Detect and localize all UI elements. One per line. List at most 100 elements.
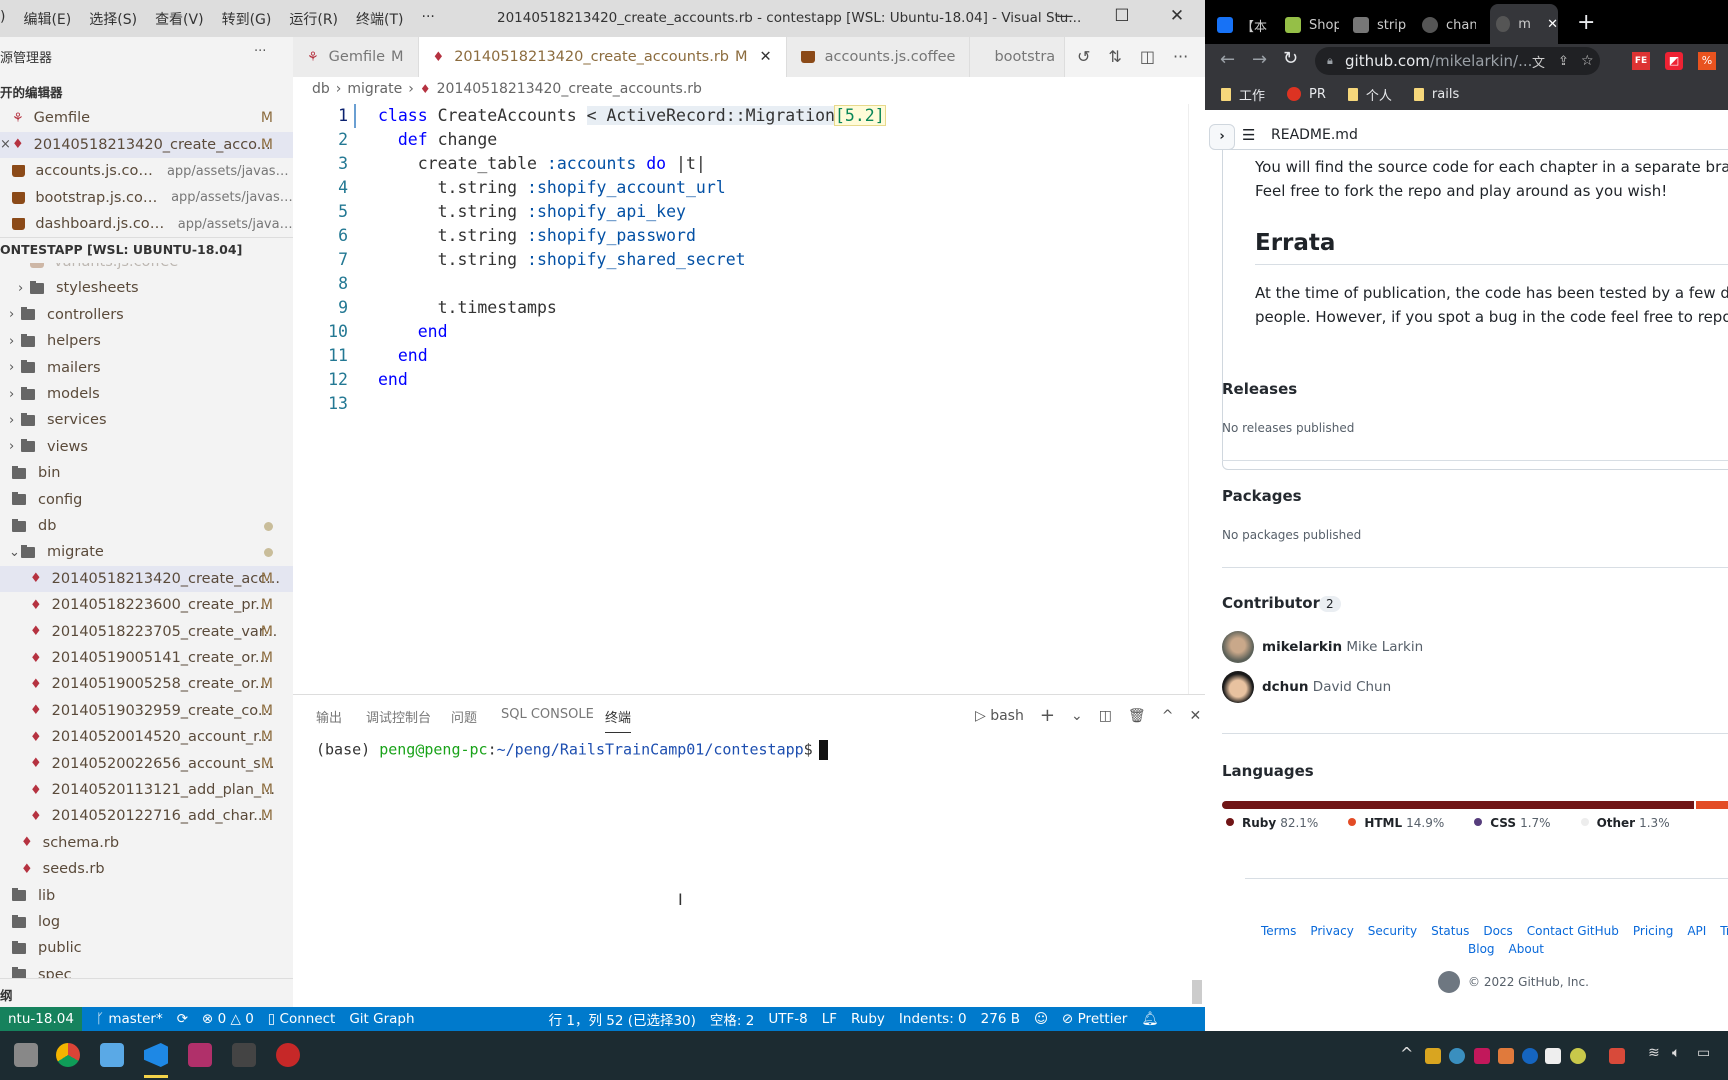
back-button[interactable]: ← bbox=[1220, 49, 1235, 70]
close-tab-icon[interactable]: ✕ bbox=[760, 49, 772, 65]
footer-link[interactable]: Terms bbox=[1261, 924, 1296, 938]
outline-header[interactable]: 纲 bbox=[0, 978, 293, 1007]
workspace-header[interactable]: ONTESTAPP [WSL: UBUNTU-18.04] bbox=[0, 237, 293, 263]
tray-icon[interactable] bbox=[1449, 1048, 1465, 1064]
tree-folder[interactable]: › stylesheets bbox=[0, 275, 293, 301]
code-editor[interactable]: 1 class CreateAccounts < ActiveRecord::Mi… bbox=[293, 104, 1188, 694]
browser-tab[interactable]: strip bbox=[1353, 10, 1417, 40]
releases-title[interactable]: Releases bbox=[1222, 380, 1297, 398]
copilot-icon[interactable]: ☺ bbox=[1034, 1011, 1048, 1027]
tree-file[interactable]: ♦ 20140520122716_add_char... M bbox=[0, 803, 293, 829]
sync-icon[interactable]: ⟳ bbox=[177, 1011, 188, 1027]
timeline-icon[interactable]: ↺ bbox=[1077, 47, 1090, 66]
browser-tab[interactable]: m ✕ bbox=[1490, 4, 1558, 44]
trash-icon[interactable]: 🗑 bbox=[1128, 708, 1146, 724]
chevron-right-icon[interactable]: › bbox=[9, 360, 21, 375]
browser-tab[interactable]: 【本 bbox=[1217, 10, 1281, 40]
extension-icon[interactable]: ◩ bbox=[1665, 52, 1683, 70]
language-item[interactable]: HTML 14.9% bbox=[1344, 816, 1444, 830]
footer-link[interactable]: Trainin bbox=[1720, 924, 1728, 938]
open-editor-item[interactable]: ⚘ Gemfile M bbox=[0, 105, 293, 131]
footer-link[interactable]: Docs bbox=[1483, 924, 1512, 938]
language-mode[interactable]: Ruby bbox=[851, 1011, 885, 1027]
git-graph-button[interactable]: Git Graph bbox=[349, 1011, 414, 1027]
menu-item[interactable]: 查看(V) bbox=[155, 9, 204, 29]
connect-button[interactable]: ▯ Connect bbox=[268, 1011, 336, 1027]
browser-tab[interactable]: Shop bbox=[1285, 10, 1349, 40]
cursor-position[interactable]: 行 1，列 52 (已选择30) bbox=[549, 1009, 696, 1029]
open-editor-item[interactable]: bootstrap.js.coffee app/assets/javasc... bbox=[0, 185, 293, 211]
chevron-right-icon[interactable]: › bbox=[9, 334, 21, 349]
tree-folder[interactable]: config bbox=[0, 487, 293, 513]
open-editor-item[interactable]: × ♦ 20140518213420_create_acco... M bbox=[0, 131, 293, 158]
chevron-down-icon[interactable]: ⌄ bbox=[9, 545, 21, 560]
chevron-right-icon[interactable]: › bbox=[18, 281, 30, 296]
split-terminal-button[interactable]: ◫ bbox=[1099, 708, 1112, 724]
branch-indicator[interactable]: ᚴ master* bbox=[96, 1011, 163, 1027]
problems-indicator[interactable]: ⊗ 0 △ 0 bbox=[202, 1011, 254, 1027]
tree-folder[interactable]: › views bbox=[0, 434, 293, 460]
address-bar[interactable]: 🔒︎ github.com/mikelarkin/... 文 ⇪ ☆ bbox=[1315, 47, 1600, 75]
task-view-icon[interactable] bbox=[14, 1043, 38, 1067]
panel-tab[interactable]: SQL CONSOLE bbox=[501, 707, 594, 722]
tree-file[interactable]: ♦ 20140519032959_create_co... M bbox=[0, 698, 293, 724]
fe-extension-icon[interactable]: FE bbox=[1632, 52, 1650, 70]
notifications-bell-icon[interactable]: 🔔︎ bbox=[1141, 1011, 1158, 1027]
tree-file[interactable]: ♦ 20140520113121_add_plan_... M bbox=[0, 777, 293, 803]
zoom-taskbar-icon[interactable] bbox=[100, 1043, 124, 1067]
expand-button[interactable]: › bbox=[1209, 124, 1235, 150]
contributors-title[interactable]: Contributors bbox=[1222, 594, 1329, 612]
terminal-output[interactable]: (base) peng@peng-pc:~/peng/RailsTrainCam… bbox=[316, 740, 828, 760]
rubymine-taskbar-icon[interactable] bbox=[188, 1043, 212, 1067]
github-logo-icon[interactable] bbox=[1438, 971, 1460, 993]
tree-folder[interactable]: › helpers bbox=[0, 328, 293, 354]
wifi-icon[interactable]: ≋ bbox=[1648, 1045, 1660, 1061]
tree-file[interactable]: ♦ schema.rb bbox=[0, 830, 293, 856]
chevron-right-icon[interactable]: › bbox=[9, 387, 21, 402]
close-editor-icon[interactable]: × bbox=[0, 137, 12, 152]
language-item[interactable]: Other 1.3% bbox=[1577, 816, 1670, 830]
tree-file[interactable]: ♦ 20140518223705_create_var... M bbox=[0, 619, 293, 645]
language-item[interactable]: CSS 1.7% bbox=[1470, 816, 1551, 830]
chrome-taskbar-icon[interactable] bbox=[56, 1043, 80, 1067]
toc-icon[interactable]: ☰ bbox=[1242, 126, 1255, 144]
tray-icon[interactable] bbox=[1474, 1048, 1490, 1064]
forward-button[interactable]: → bbox=[1252, 49, 1267, 70]
breadcrumb-item[interactable]: migrate bbox=[347, 81, 402, 97]
language-item[interactable]: Ruby 82.1% bbox=[1222, 816, 1318, 830]
tree-file[interactable]: ♦ 20140519005141_create_or... M bbox=[0, 645, 293, 671]
tree-folder[interactable]: ⌄ migrate bbox=[0, 539, 293, 565]
footer-link[interactable]: API bbox=[1687, 924, 1706, 938]
panel-tab[interactable]: 终端 bbox=[605, 707, 632, 733]
microphone-icon[interactable] bbox=[1570, 1048, 1586, 1064]
remote-indicator[interactable]: ntu-18.04 bbox=[0, 1007, 82, 1031]
new-terminal-button[interactable]: + bbox=[1040, 705, 1055, 726]
new-tab-button[interactable]: + bbox=[1577, 10, 1595, 35]
breadcrumb-item[interactable]: 20140518213420_create_accounts.rb bbox=[437, 81, 702, 97]
tray-icon[interactable] bbox=[1545, 1048, 1561, 1064]
editor-scrollbar[interactable] bbox=[1188, 104, 1200, 694]
bookmark[interactable]: 工作 bbox=[1221, 85, 1265, 104]
terminal-scrollbar[interactable] bbox=[1192, 980, 1202, 1004]
bookmark-star-icon[interactable]: ☆ bbox=[1581, 53, 1594, 69]
menu-item[interactable]: 转到(G) bbox=[222, 9, 272, 29]
terminal-dropdown-icon[interactable]: ⌄ bbox=[1071, 708, 1083, 724]
prettier-button[interactable]: ⊘ Prettier bbox=[1062, 1011, 1127, 1027]
maximize-button[interactable]: ☐ bbox=[1107, 6, 1137, 30]
bookmark[interactable]: 个人 bbox=[1347, 85, 1392, 104]
volume-icon[interactable]: 🔈︎ bbox=[1672, 1045, 1680, 1061]
sogou-icon[interactable] bbox=[1609, 1048, 1625, 1064]
indentation[interactable]: 空格: 2 bbox=[710, 1009, 754, 1029]
tree-folder[interactable]: log bbox=[0, 909, 293, 935]
breadcrumb-item[interactable]: db bbox=[312, 81, 330, 97]
open-editor-item[interactable]: dashboard.js.coffee app/assets/javas... bbox=[0, 211, 293, 237]
battery-icon[interactable]: ▭ bbox=[1697, 1045, 1710, 1061]
more-actions-button[interactable]: ··· bbox=[254, 44, 266, 59]
extension-icon[interactable]: % bbox=[1698, 52, 1716, 70]
close-tab-icon[interactable]: ✕ bbox=[1547, 17, 1558, 32]
editor-tab[interactable]: ♦ 20140518213420_create_accounts.rb M ✕ bbox=[418, 37, 787, 77]
tray-icon[interactable] bbox=[1425, 1048, 1441, 1064]
tree-file[interactable]: ♦ 20140520014520_account_r... M bbox=[0, 724, 293, 750]
bookmark[interactable]: rails bbox=[1413, 87, 1459, 102]
ime-icon[interactable] bbox=[1498, 1048, 1514, 1064]
